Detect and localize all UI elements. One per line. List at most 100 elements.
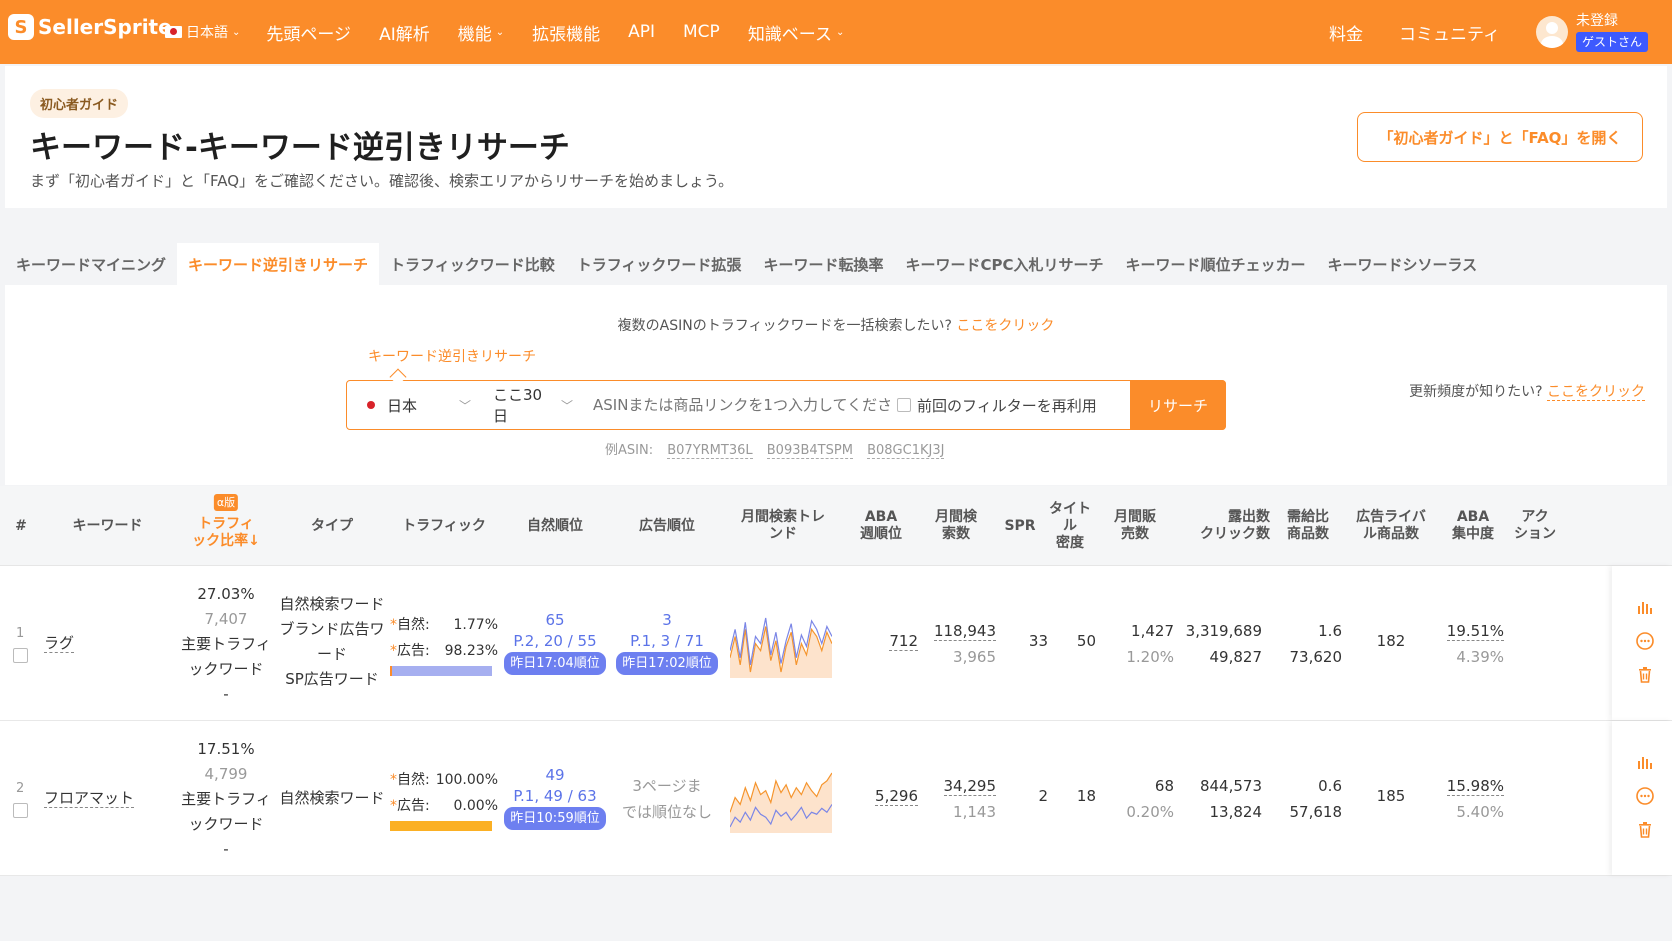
- chevron-down-icon: ﹀: [560, 398, 573, 413]
- example-asin[interactable]: B08GC1KJ3J: [867, 443, 945, 459]
- sellersprite-logo[interactable]: S SellerSprite: [8, 14, 172, 40]
- trash-icon[interactable]: [1636, 666, 1654, 684]
- monthly-sales-cell: 1,427 1.20%: [1100, 618, 1174, 670]
- traffic-cell: *自然: 100.00% *広告: 0.00%: [390, 767, 498, 831]
- tab-keyword-thesaurus[interactable]: キーワードシソーラス: [1316, 243, 1488, 285]
- nav-item-features[interactable]: 機能 ⌄: [458, 20, 504, 45]
- page-title: キーワード-キーワード逆引きリサーチ: [30, 130, 570, 166]
- header-ad-competitors: 広告ライバ ル商品数: [1356, 509, 1426, 542]
- nav-item-knowledge-base[interactable]: 知識ベース ⌄: [748, 20, 845, 45]
- nav-item-extensions[interactable]: 拡張機能: [532, 20, 600, 45]
- reuse-filter-label: 前回のフィルターを再利用: [917, 396, 1097, 415]
- ratio-dash: -: [223, 840, 229, 858]
- aba-concentration-value[interactable]: 15.98%: [1446, 777, 1504, 796]
- keyword-cell: フロアマット: [44, 787, 135, 808]
- tab-keyword-reverse-lookup[interactable]: キーワード逆引きリサーチ: [177, 243, 380, 285]
- title-density-value: 18: [1076, 787, 1096, 805]
- impressions-value: 844,573: [1199, 777, 1262, 795]
- monthly-search-value[interactable]: 34,295: [943, 777, 996, 796]
- bulk-search-hint: 複数のASINのトラフィックワードを一括検索したい? ここをクリック: [5, 315, 1667, 335]
- open-guide-faq-button[interactable]: 「初心者ガイド」と「FAQ」を開く: [1357, 112, 1643, 162]
- asterisk-mark: *: [390, 772, 397, 788]
- chart-icon[interactable]: [1636, 598, 1654, 616]
- row-checkbox[interactable]: [13, 648, 28, 663]
- traffic-ratio-cell: 17.51% 4,799 主要トラフィ ックワード -: [178, 737, 274, 862]
- header-ad-rank: 広告順位: [639, 517, 695, 534]
- more-options-icon[interactable]: [1636, 787, 1654, 805]
- reuse-filter-checkbox[interactable]: [897, 398, 911, 412]
- chart-icon[interactable]: [1636, 753, 1654, 771]
- nav-item-mcp[interactable]: MCP: [683, 22, 720, 42]
- tab-traffic-comparison[interactable]: トラフィックワード比較: [379, 243, 566, 285]
- monthly-sales-cell: 68 0.20%: [1100, 773, 1174, 825]
- organic-rank-value[interactable]: 65: [500, 610, 610, 631]
- language-selector[interactable]: 日本語 ⌄: [165, 22, 240, 42]
- ad-rank-none-line: では順位なし: [621, 803, 712, 821]
- tab-rank-checker[interactable]: キーワード順位チェッカー: [1114, 243, 1316, 285]
- nav-item-ai-analysis[interactable]: AI解析: [379, 20, 430, 45]
- table-row: 1 ラグ 27.03% 7,407 主要トラフィ ックワード - 自然検索ワード…: [0, 566, 1672, 721]
- aba-week-rank[interactable]: 712: [889, 632, 918, 651]
- keyword-link[interactable]: ラグ: [44, 634, 75, 653]
- keyword-link[interactable]: フロアマット: [44, 789, 135, 808]
- supply-demand-value: 1.6: [1318, 622, 1342, 640]
- ratio-type-line: ックワード: [188, 815, 264, 833]
- update-frequency-link[interactable]: ここをクリック: [1547, 384, 1645, 401]
- tab-keyword-conversion[interactable]: キーワード転換率: [752, 243, 894, 285]
- organic-rank-value[interactable]: 49: [500, 765, 610, 786]
- header-aba-concentration: ABA 集中度: [1452, 509, 1494, 542]
- header-traffic: トラフィック: [402, 517, 486, 534]
- tab-traffic-expansion[interactable]: トラフィックワード拡張: [566, 243, 753, 285]
- nav-item-pricing[interactable]: 料金: [1329, 20, 1363, 45]
- asin-input[interactable]: [593, 396, 893, 414]
- aba-concentration-value[interactable]: 19.51%: [1446, 622, 1504, 641]
- more-options-icon[interactable]: [1636, 632, 1654, 650]
- logo-icon: S: [8, 14, 34, 40]
- ratio-type-line: ックワード: [188, 660, 264, 678]
- nav-item-community[interactable]: コミュニティ: [1399, 20, 1500, 45]
- impressions-cell: 3,319,689 49,827: [1172, 618, 1262, 670]
- row-checkbox[interactable]: [13, 803, 28, 818]
- research-button[interactable]: リサーチ: [1130, 380, 1226, 430]
- example-asin[interactable]: B07YRMT36L: [667, 443, 753, 459]
- clicks-value: 13,824: [1209, 803, 1263, 821]
- spr-value: 2: [1038, 787, 1048, 805]
- tab-cpc-bid-research[interactable]: キーワードCPC入札リサーチ: [894, 243, 1114, 285]
- traffic-share-bar: [390, 666, 492, 676]
- aba-concentration-cell: 19.51% 4.39%: [1436, 618, 1504, 670]
- monthly-search-cell: 118,943 3,965: [920, 618, 996, 670]
- header-impressions-clicks: 露出数 クリック数: [1200, 509, 1270, 542]
- aba-week-rank[interactable]: 5,296: [875, 787, 918, 806]
- bulk-search-link[interactable]: ここをクリック: [956, 318, 1054, 334]
- trash-icon[interactable]: [1636, 821, 1654, 839]
- ad-rank-cell: 3 P.1, 3 / 71 昨日17:02順位: [612, 610, 722, 675]
- marketplace-select[interactable]: 日本 ﹀: [347, 395, 473, 416]
- search-trend-sparkline[interactable]: [730, 765, 832, 833]
- header-keyword: キーワード: [72, 517, 143, 534]
- header-title-density: タイト ル 密度: [1049, 500, 1091, 551]
- ratio-dash: -: [223, 685, 229, 703]
- main-nav: 日本語 ⌄ 先頭ページ AI解析 機能 ⌄ 拡張機能 API MCP 知識ベース ⌄: [165, 0, 872, 64]
- ad-share-fill: [392, 666, 492, 676]
- example-asin[interactable]: B093B4TSPM: [766, 443, 853, 459]
- nav-item-api[interactable]: API: [628, 22, 655, 42]
- example-asins: 例ASIN: B07YRMT36L B093B4TSPM B08GC1KJ3J: [605, 439, 945, 459]
- period-select[interactable]: ここ30日 ﹀: [473, 384, 573, 426]
- ad-rank-value[interactable]: 3: [612, 610, 722, 631]
- nav-item-home[interactable]: 先頭ページ: [266, 20, 351, 45]
- header-traffic-ratio[interactable]: α版 トラフィ ック比率↓: [178, 486, 274, 566]
- trend-area: [730, 773, 832, 833]
- table-row: 2 フロアマット 17.51% 4,799 主要トラフィ ックワード - 自然検…: [0, 721, 1672, 876]
- update-frequency-hint: 更新頻度が知りたい? ここをクリック: [1409, 381, 1645, 401]
- type-line: ブランド広告ワ: [279, 620, 385, 638]
- top-navigation-bar: S SellerSprite 日本語 ⌄ 先頭ページ AI解析 機能 ⌄ 拡張機能…: [0, 0, 1672, 64]
- user-menu[interactable]: 未登録 ゲストさん: [1535, 12, 1648, 52]
- tool-tabs: キーワードマイニング キーワード逆引きリサーチ トラフィックワード比較 トラフィ…: [5, 243, 1488, 285]
- monthly-search-value[interactable]: 118,943: [933, 622, 996, 641]
- monthly-sales-value: 68: [1154, 777, 1174, 795]
- search-trend-sparkline[interactable]: [730, 610, 832, 678]
- supply-demand-value: 0.6: [1318, 777, 1342, 795]
- tab-keyword-mining[interactable]: キーワードマイニング: [5, 243, 177, 285]
- reuse-filter-option[interactable]: 前回のフィルターを再利用: [897, 395, 1097, 416]
- header-aba-week-rank: ABA 週順位: [860, 509, 902, 542]
